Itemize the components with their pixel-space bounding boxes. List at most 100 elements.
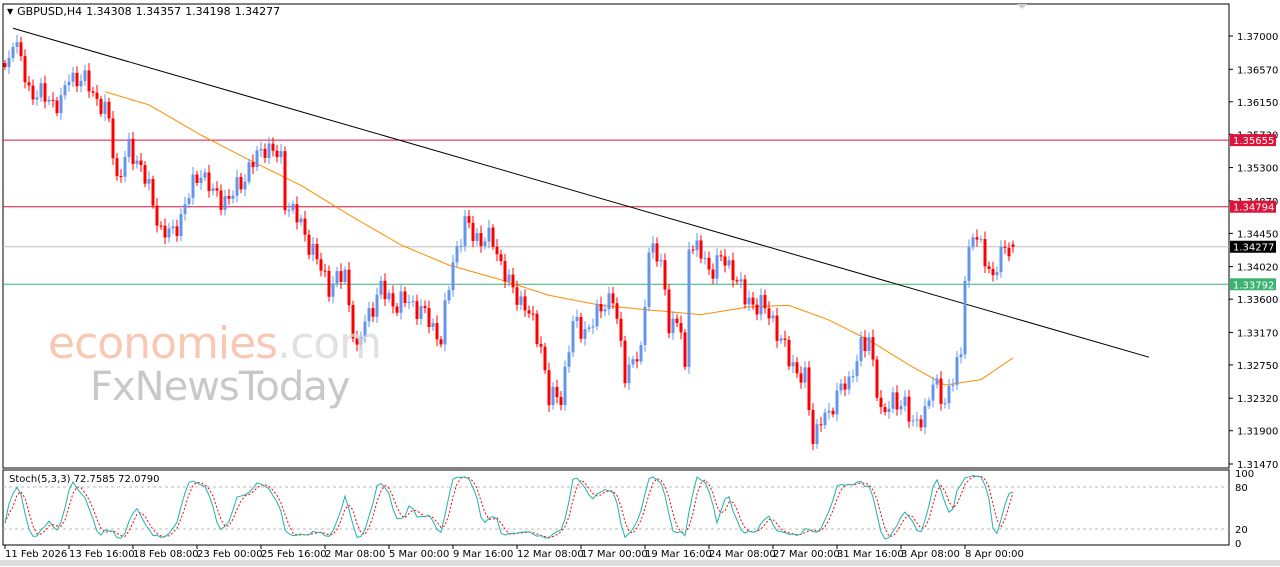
stochastic-label: Stoch(5,3,3) 72.7585 72.0790 — [9, 474, 160, 485]
candle-body — [903, 396, 907, 406]
candle-body — [571, 321, 575, 353]
candle-body — [199, 177, 203, 183]
candle-body — [459, 245, 463, 247]
candle-body — [103, 101, 107, 114]
candle-body — [143, 165, 147, 184]
candle-body — [743, 279, 747, 305]
candle-body — [587, 327, 591, 330]
price-level-label: 1.34277 — [1233, 243, 1274, 254]
low-value: 1.34198 — [185, 5, 231, 18]
candle-body — [667, 289, 671, 334]
candle-body — [243, 181, 247, 190]
time-tick-label: 31 Mar 16:00 — [837, 549, 904, 560]
candle-body — [543, 346, 547, 371]
candle-body — [127, 138, 131, 158]
candle-body — [831, 410, 835, 415]
candle-body — [687, 249, 691, 367]
candle-body — [295, 204, 299, 223]
price-tick-label: 1.34020 — [1237, 263, 1278, 274]
time-tick-label: 25 Feb 16:00 — [261, 549, 327, 560]
candle-body — [935, 378, 939, 385]
candle-body — [991, 268, 995, 276]
price-tick-label: 1.32320 — [1237, 394, 1278, 405]
candle-body — [755, 304, 759, 315]
candle-body — [843, 383, 847, 390]
candle-body — [739, 279, 743, 282]
candle-body — [907, 396, 911, 422]
candle-body — [27, 82, 31, 86]
stoch-level-label: 0 — [1235, 539, 1241, 550]
candle-body — [115, 158, 119, 177]
candle-body — [427, 308, 431, 327]
candle-body — [315, 243, 319, 260]
candle-body — [531, 313, 535, 315]
candle-body — [719, 255, 723, 257]
candle-body — [567, 352, 571, 367]
candle-body — [395, 306, 399, 313]
chart-window[interactable]: 1.370001.365701.361501.357301.353001.348… — [0, 0, 1280, 567]
candle-body — [607, 293, 611, 310]
candle-body — [175, 226, 179, 237]
candle-body — [523, 296, 527, 311]
candle-body — [407, 301, 411, 303]
candle-body — [211, 188, 215, 192]
candle-body — [123, 157, 127, 177]
candle-body — [807, 367, 811, 411]
candle-body — [95, 92, 99, 99]
candle-body — [699, 240, 703, 259]
candle-body — [515, 287, 519, 305]
candle-body — [231, 195, 235, 199]
candle-body — [623, 340, 627, 384]
candle-body — [67, 81, 71, 86]
candle-body — [411, 301, 415, 303]
price-level-label: 1.33792 — [1233, 280, 1274, 291]
candle-body — [83, 70, 87, 81]
price-tick-label: 1.31900 — [1237, 427, 1278, 438]
candle-body — [283, 151, 287, 211]
candle-body — [11, 46, 15, 58]
candle-body — [131, 138, 135, 164]
stochastic-pane[interactable] — [2, 469, 1230, 546]
candle-body — [527, 310, 531, 314]
candle-body — [371, 308, 375, 317]
time-tick-label: 11 Feb 2026 — [5, 549, 67, 560]
candle-body — [643, 306, 647, 346]
candle-body — [323, 270, 327, 272]
candle-body — [847, 376, 851, 390]
candle-body — [259, 148, 263, 151]
candle-body — [475, 233, 479, 242]
candle-body — [551, 386, 555, 406]
candle-body — [775, 315, 779, 341]
candle-body — [979, 239, 983, 241]
candle-body — [891, 392, 895, 409]
candle-body — [279, 151, 283, 158]
candle-body — [795, 362, 799, 374]
candle-body — [655, 243, 659, 262]
price-tick-label: 1.37000 — [1237, 32, 1278, 43]
candle-body — [1011, 244, 1015, 247]
price-tick-label: 1.32750 — [1237, 361, 1278, 372]
candle-body — [347, 269, 351, 306]
candle-body — [815, 424, 819, 445]
candle-body — [839, 383, 843, 391]
candle-body — [579, 317, 583, 339]
candle-body — [167, 228, 171, 238]
candle-body — [43, 83, 47, 102]
candle-body — [91, 91, 95, 93]
candle-body — [39, 83, 43, 98]
candle-body — [495, 246, 499, 255]
stoch-level-label: 20 — [1235, 525, 1248, 536]
candle-body — [771, 315, 775, 319]
candle-body — [715, 255, 719, 279]
candle-body — [191, 174, 195, 198]
price-tick-label: 1.36150 — [1237, 98, 1278, 109]
dropdown-triangle-icon[interactable]: ▼ — [7, 7, 13, 16]
candle-body — [451, 262, 455, 291]
price-tick-label: 1.33600 — [1237, 295, 1278, 306]
candle-body — [375, 294, 379, 317]
candle-body — [479, 233, 483, 247]
fxnewstoday-watermark: FxNewsToday — [90, 364, 350, 410]
candle-body — [675, 318, 679, 324]
candle-body — [491, 227, 495, 247]
chart-header: ▼ GBPUSD,H4 1.34308 1.34357 1.34198 1.34… — [7, 5, 280, 18]
